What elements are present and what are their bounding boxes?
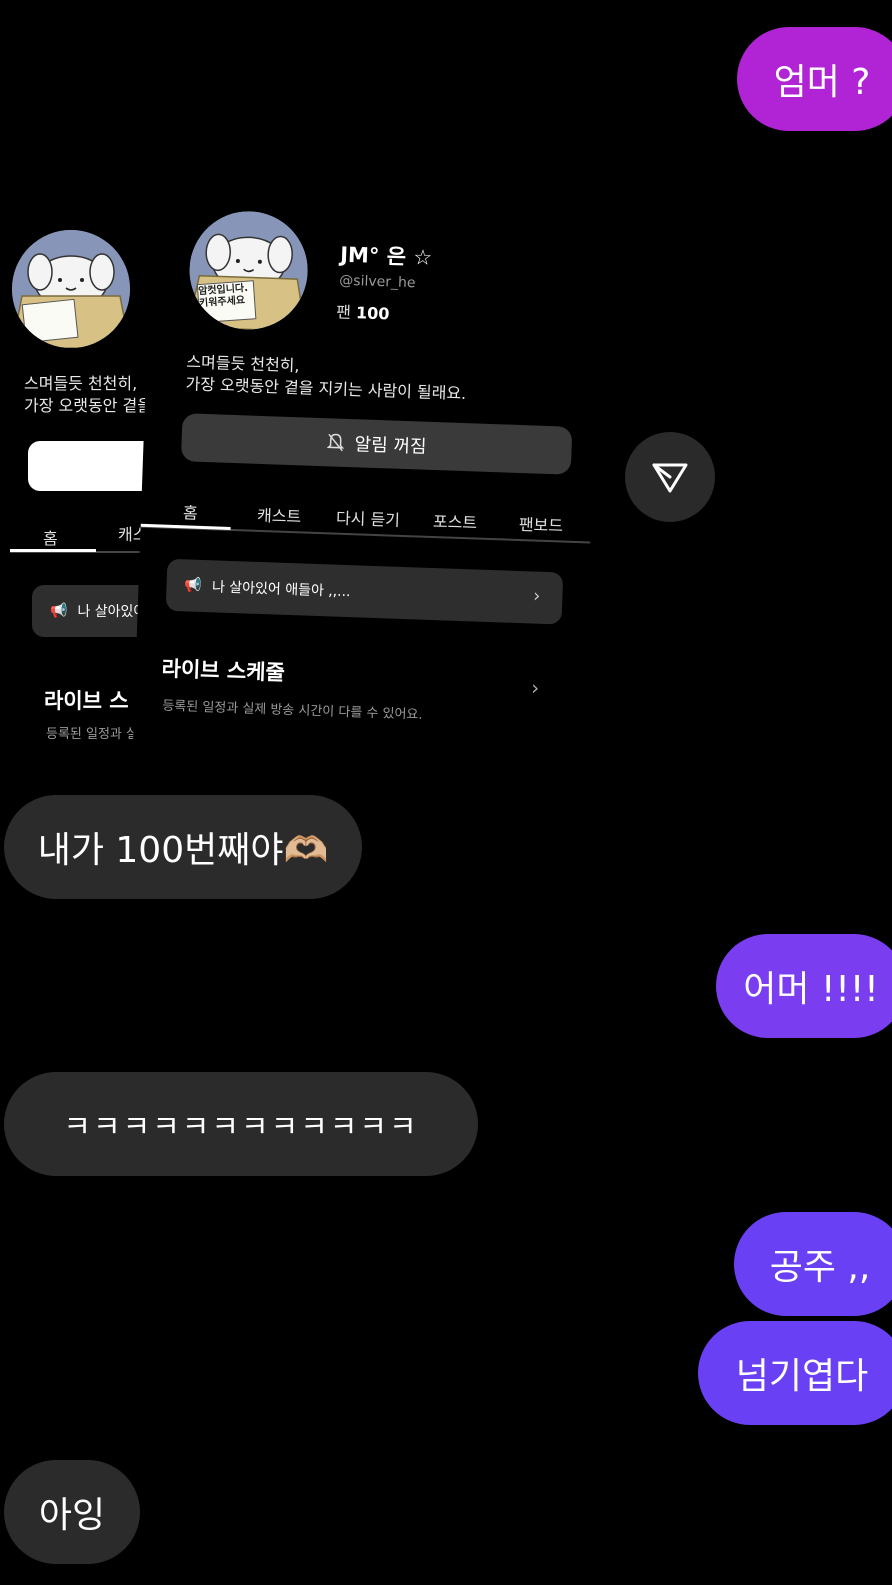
send-triangle-icon (652, 463, 688, 493)
message-text: 내가 100번째야🫶🏼 (37, 830, 329, 871)
incoming-message[interactable]: 내가 100번째야🫶🏼 (4, 795, 362, 899)
profile-screenshot-front: 암컷입니다. 키워주세요 JM° 은 ☆ @silver_he 팬 100 스며… (132, 200, 602, 786)
chevron-right-icon: › (532, 585, 541, 607)
tab-home[interactable]: 홈 (183, 499, 199, 523)
profile-name: JM° 은 ☆ (339, 242, 433, 270)
message-text: 어머 !!!! (743, 969, 879, 1010)
chevron-right-icon[interactable]: › (531, 676, 540, 700)
puppy-box-illustration (187, 209, 310, 332)
outgoing-message[interactable]: 공주 ,, (734, 1212, 892, 1316)
message-text: 넘기엽다 (735, 1356, 869, 1397)
outgoing-message[interactable]: 어머 !!!! (716, 934, 892, 1038)
message-text: ㅋㅋㅋㅋㅋㅋㅋㅋㅋㅋㅋㅋ (63, 1110, 419, 1145)
bio-line-2: 가장 오랫동안 곁을 지 (24, 396, 160, 415)
schedule-title: 라이브 스 (44, 689, 129, 713)
profile-handle: @silver_he (339, 272, 416, 292)
share-button[interactable] (625, 432, 715, 522)
avatar-sign: 암컷입니다. 키워주세요 (198, 283, 249, 310)
message-text: 아잉 (38, 1495, 106, 1536)
avatar: 암컷입니다. 키워주세요 (187, 209, 310, 332)
notify-toggle-button[interactable]: 알림 꺼짐 (180, 413, 573, 475)
notice-text: 나 살아있어 애들아 ,,... (211, 579, 351, 601)
notice-text: 나 살아있어 (77, 604, 147, 620)
tab-fanboard[interactable]: 팬보드 (519, 511, 564, 537)
bell-off-icon (326, 433, 345, 452)
fan-count: 팬 100 (336, 299, 390, 325)
fan-count-value: 100 (355, 303, 390, 324)
avatar (12, 230, 130, 348)
tab-active-indicator (10, 549, 96, 552)
tab-post[interactable]: 포스트 (433, 508, 478, 534)
megaphone-icon: 📢 (184, 577, 203, 594)
megaphone-icon: 📢 (50, 603, 68, 619)
tab-replay[interactable]: 다시 듣기 (336, 505, 401, 531)
incoming-message[interactable]: 아잉 (4, 1460, 140, 1564)
outgoing-message[interactable]: 엄머 ? (737, 27, 892, 131)
outgoing-message[interactable]: 넘기엽다 (698, 1321, 892, 1425)
message-text: 엄머 ? (773, 62, 871, 103)
tab-home[interactable]: 홈 (43, 525, 58, 549)
notify-toggle-label: 알림 꺼짐 (354, 434, 427, 458)
bio-line-2: 가장 오랫동안 곁을 지키는 사람이 될래요. (185, 374, 467, 404)
tab-cast[interactable]: 캐스트 (257, 502, 302, 528)
notify-button[interactable]: 팔 (28, 441, 160, 491)
fan-count-label: 팬 (335, 302, 352, 323)
puppy-box-illustration (12, 230, 130, 348)
bio-line-1: 스며들듯 천천히, (24, 374, 138, 393)
notice-banner[interactable]: 📢 나 살아있어 애들아 ,,... › (165, 558, 564, 625)
schedule-title[interactable]: 라이브 스케줄 (161, 653, 285, 687)
incoming-message[interactable]: ㅋㅋㅋㅋㅋㅋㅋㅋㅋㅋㅋㅋ (4, 1072, 478, 1176)
schedule-subtitle: 등록된 일정과 실제 방송 시간이 다를 수 있어요. (162, 698, 423, 723)
message-text: 공주 ,, (769, 1247, 871, 1288)
